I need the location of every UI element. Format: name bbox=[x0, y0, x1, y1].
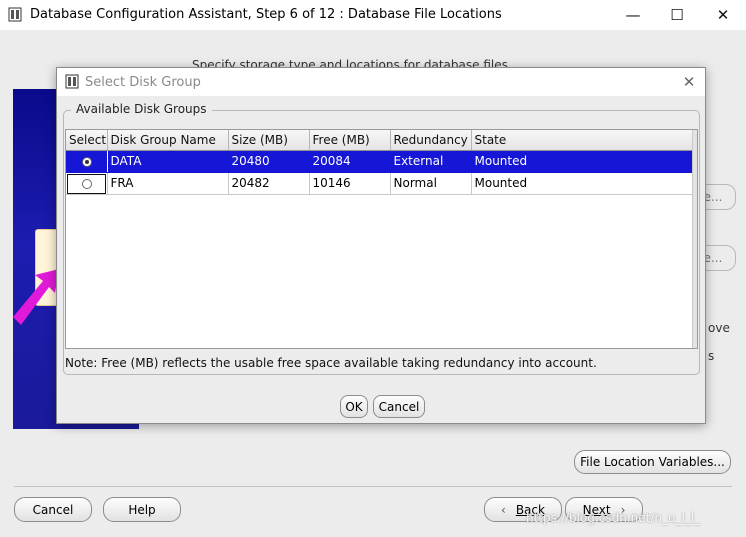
select-disk-group-dialog: Select Disk Group ✕ Available Disk Group… bbox=[56, 67, 706, 424]
dialog-close-button[interactable]: ✕ bbox=[677, 71, 701, 93]
app-icon bbox=[8, 7, 22, 22]
disk-groups-table: Select Disk Group Name Size (MB) Free (M… bbox=[65, 129, 698, 349]
chevron-left-icon: ‹ bbox=[501, 502, 506, 517]
window-title: Database Configuration Assistant, Step 6… bbox=[30, 7, 502, 22]
state-cell: Mounted bbox=[471, 172, 693, 195]
close-button[interactable]: ✕ bbox=[700, 0, 746, 30]
cancel-button[interactable]: Cancel bbox=[14, 497, 92, 522]
dialog-cancel-button[interactable]: Cancel bbox=[373, 395, 425, 418]
partial-label-1: ove bbox=[708, 321, 730, 335]
file-location-variables-button[interactable]: File Location Variables... bbox=[574, 450, 731, 474]
focused-empty-cell[interactable] bbox=[67, 174, 106, 194]
column-header-redundancy[interactable]: Redundancy bbox=[390, 130, 472, 151]
table-row[interactable]: FRA 20482 10146 Normal Mounted bbox=[66, 172, 693, 195]
select-cell[interactable] bbox=[66, 150, 108, 173]
column-header-size[interactable]: Size (MB) bbox=[228, 130, 310, 151]
redundancy-cell: Normal bbox=[390, 172, 472, 195]
help-button[interactable]: Help bbox=[103, 497, 181, 522]
divider bbox=[14, 486, 732, 487]
free-space-note: Note: Free (MB) reflects the usable free… bbox=[65, 356, 597, 370]
window-titlebar: Database Configuration Assistant, Step 6… bbox=[0, 0, 746, 30]
state-cell: Mounted bbox=[471, 150, 693, 173]
partial-label-2: s bbox=[708, 349, 715, 363]
redundancy-cell: External bbox=[390, 150, 472, 173]
watermark: https://blog.csdn.net/n_u_l_l_ bbox=[526, 511, 701, 525]
table-header-row: Select Disk Group Name Size (MB) Free (M… bbox=[66, 130, 693, 151]
size-cell: 20482 bbox=[228, 172, 310, 195]
column-header-select[interactable]: Select bbox=[66, 130, 108, 151]
maximize-button[interactable]: ☐ bbox=[654, 0, 700, 30]
app-icon bbox=[65, 74, 79, 89]
column-header-name[interactable]: Disk Group Name bbox=[107, 130, 229, 151]
column-header-free[interactable]: Free (MB) bbox=[309, 130, 391, 151]
minimize-button[interactable]: — bbox=[610, 0, 656, 30]
table-row[interactable]: DATA 20480 20084 External Mounted bbox=[66, 150, 693, 173]
browse-button-2-label: e... bbox=[703, 251, 723, 265]
size-cell: 20480 bbox=[228, 150, 310, 173]
ok-button[interactable]: OK bbox=[340, 395, 368, 418]
table-scrollbar[interactable] bbox=[692, 130, 697, 348]
free-cell: 10146 bbox=[309, 172, 391, 195]
browse-button-1-label: e... bbox=[703, 190, 723, 204]
radio-selected-icon[interactable] bbox=[82, 156, 92, 167]
disk-group-name-cell: FRA bbox=[107, 172, 229, 195]
disk-group-name-cell: DATA bbox=[107, 150, 229, 173]
column-header-state[interactable]: State bbox=[471, 130, 693, 151]
disk-groups-label: Available Disk Groups bbox=[71, 102, 212, 116]
dialog-title: Select Disk Group bbox=[85, 75, 201, 90]
free-cell: 20084 bbox=[309, 150, 391, 173]
dialog-titlebar: Select Disk Group ✕ bbox=[57, 68, 705, 96]
